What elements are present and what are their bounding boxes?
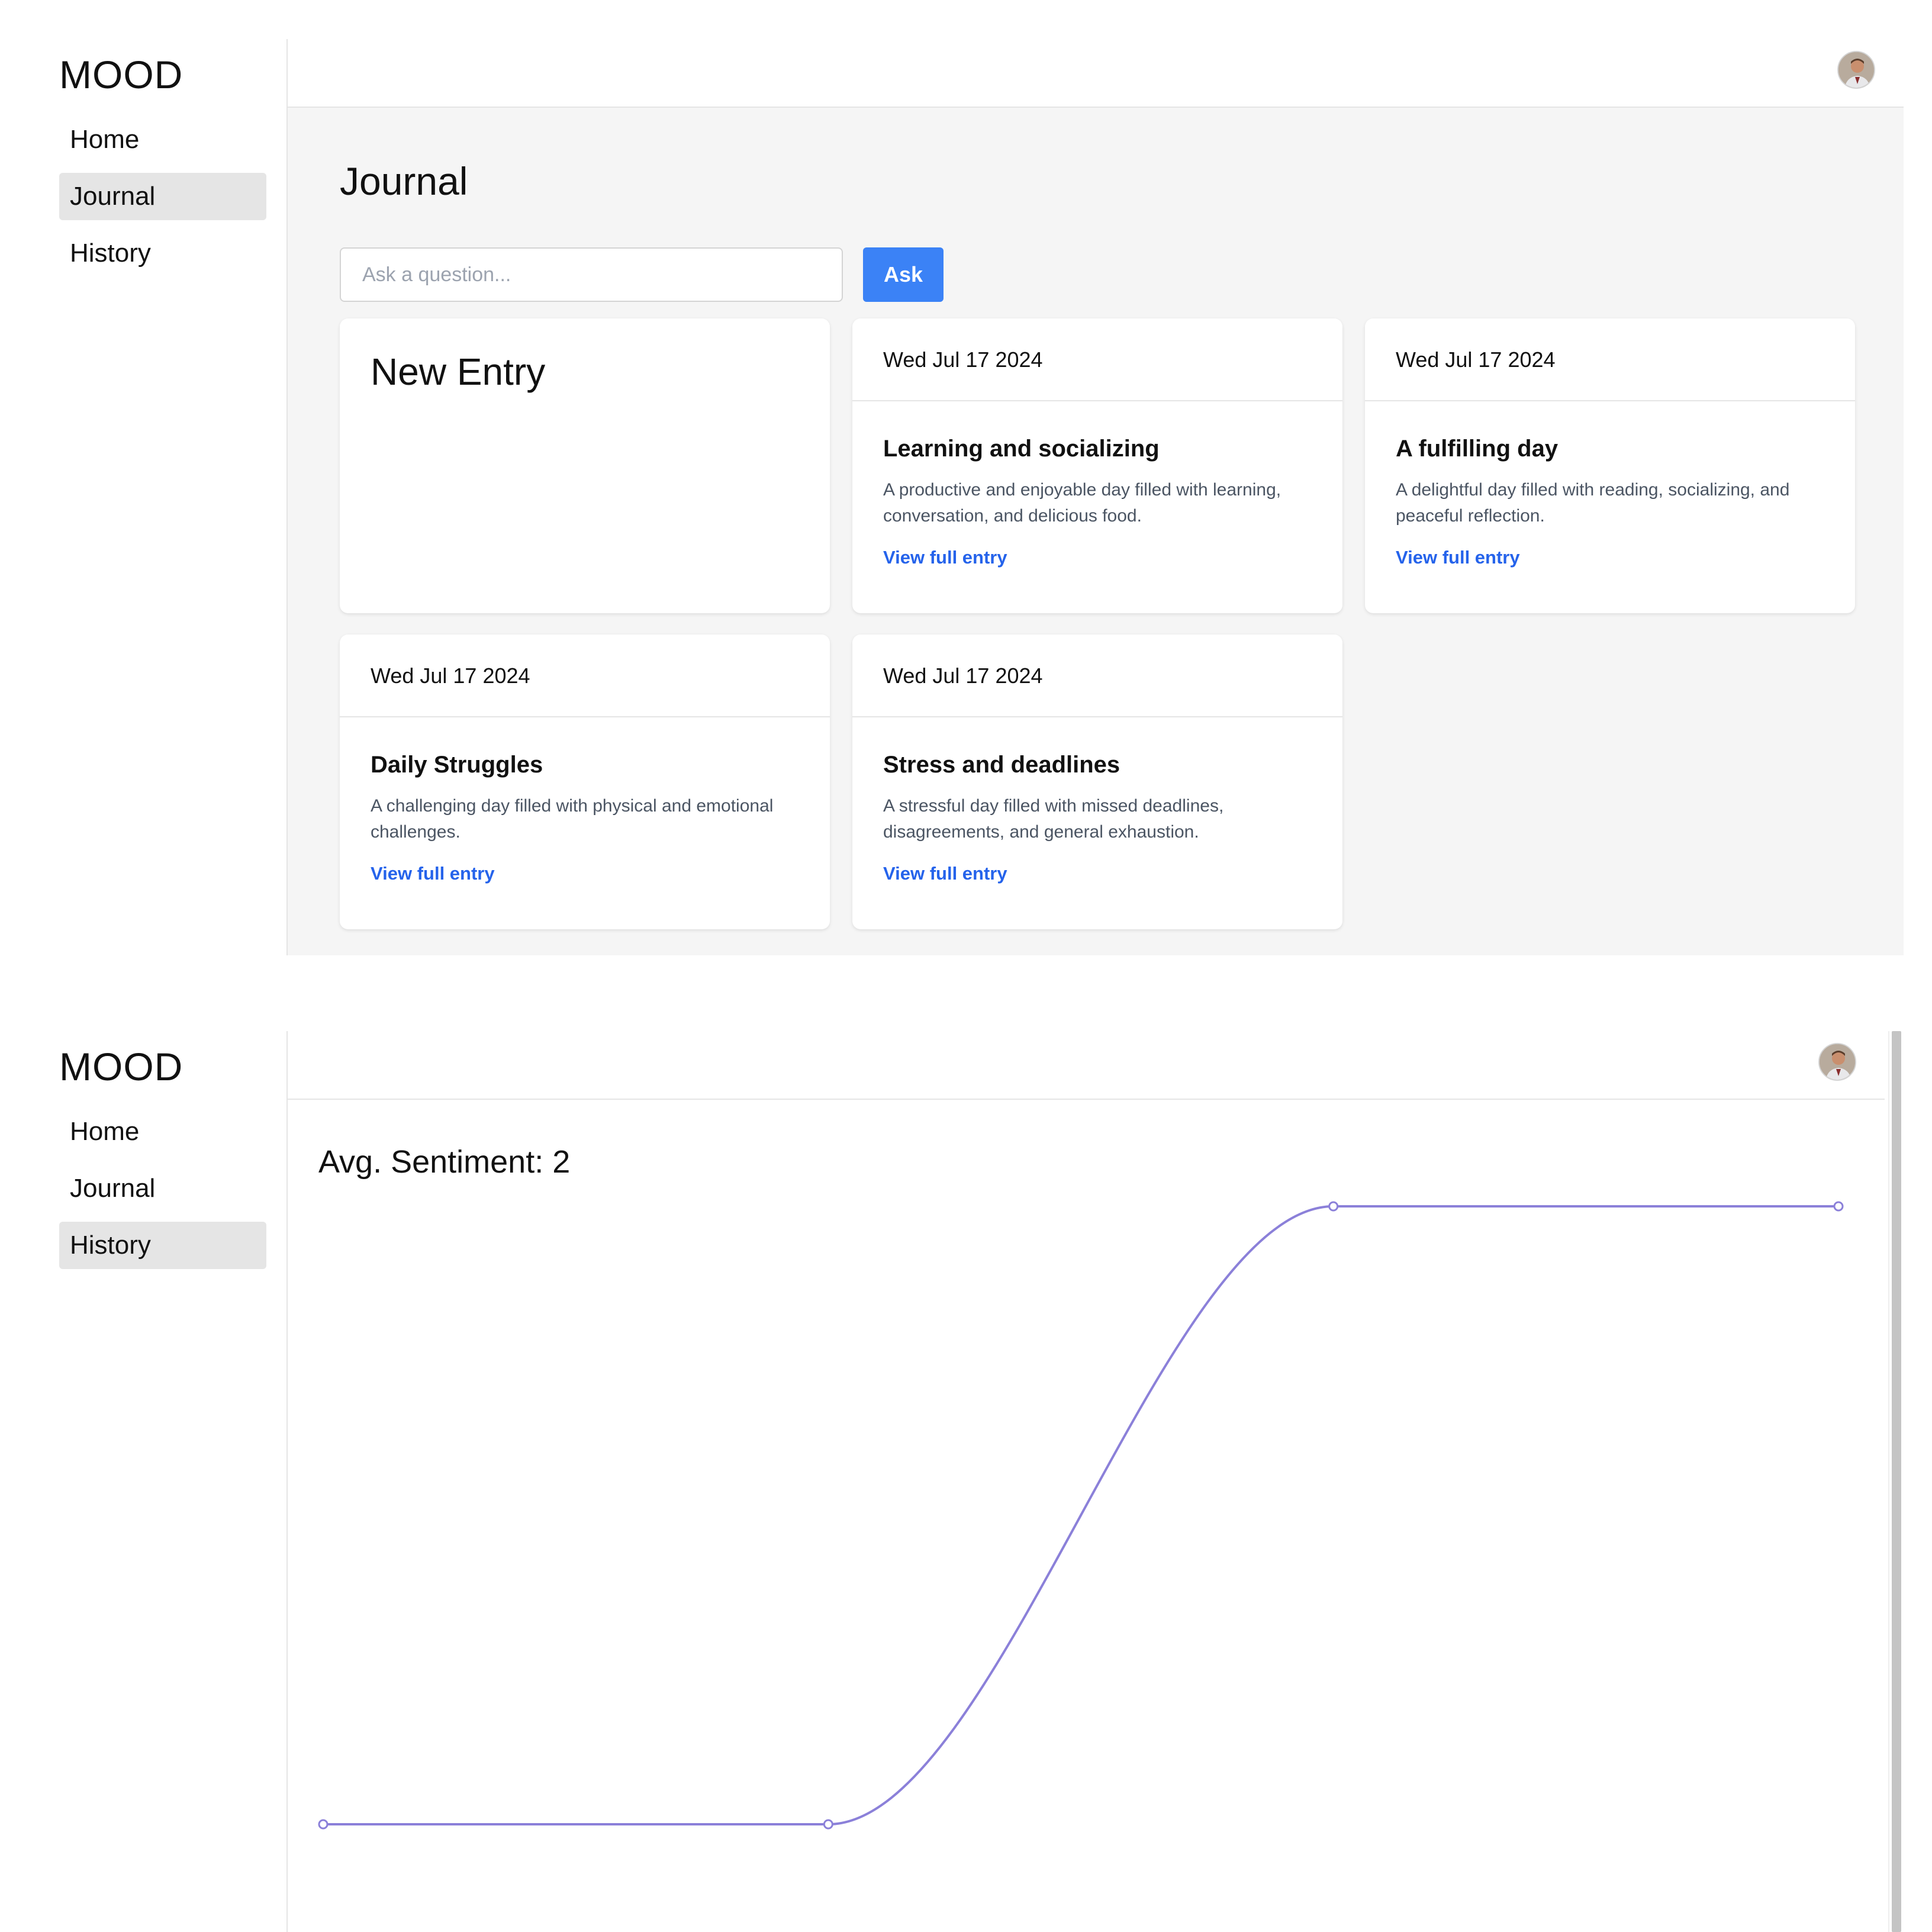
view-full-entry-link[interactable]: View full entry xyxy=(1396,545,1520,571)
sentiment-data-point[interactable] xyxy=(318,1819,329,1830)
user-avatar-icon[interactable] xyxy=(1818,1043,1856,1081)
entry-card: Wed Jul 17 2024 Stress and deadlines A s… xyxy=(852,635,1342,929)
sidebar-nav: Home Journal History xyxy=(59,116,266,286)
sidebar-item-history[interactable]: History xyxy=(59,230,266,277)
entry-title: A fulfilling day xyxy=(1396,436,1559,462)
entry-summary: A productive and enjoyable day filled wi… xyxy=(883,480,1281,526)
sentiment-data-point[interactable] xyxy=(1833,1201,1844,1212)
entry-summary: A challenging day filled with physical a… xyxy=(371,796,774,842)
sentiment-data-point[interactable] xyxy=(1328,1201,1339,1212)
history-main: Avg. Sentiment: 2 xyxy=(288,1100,1885,1932)
entry-summary: A delightful day filled with reading, so… xyxy=(1396,480,1790,526)
sidebar-item-history[interactable]: History xyxy=(59,1222,266,1269)
sentiment-data-point[interactable] xyxy=(823,1819,833,1830)
entry-date: Wed Jul 17 2024 xyxy=(852,635,1342,717)
new-entry-card[interactable]: New Entry xyxy=(340,318,830,613)
entry-date: Wed Jul 17 2024 xyxy=(1365,318,1855,401)
view-full-entry-link[interactable]: View full entry xyxy=(371,861,495,887)
top-bar xyxy=(288,39,1904,108)
top-bar xyxy=(288,1031,1885,1100)
journal-screen: MOOD Home Journal History Journal Ask Ne… xyxy=(0,0,1932,955)
entry-title: Stress and deadlines xyxy=(883,752,1120,778)
user-avatar-icon[interactable] xyxy=(1837,51,1875,89)
journal-main: Journal Ask New Entry Wed Jul 17 2024 Le… xyxy=(288,108,1904,955)
scrollbar-thumb[interactable] xyxy=(1892,1031,1901,1932)
sidebar-item-journal[interactable]: Journal xyxy=(59,1165,266,1212)
app-logo: MOOD xyxy=(59,1045,183,1089)
ask-button[interactable]: Ask xyxy=(863,247,944,302)
sentiment-line-chart xyxy=(318,1201,1844,1830)
entry-date: Wed Jul 17 2024 xyxy=(852,318,1342,401)
entry-date: Wed Jul 17 2024 xyxy=(340,635,830,717)
scrollbar[interactable] xyxy=(1888,1031,1904,1932)
sentiment-series-line xyxy=(323,1205,1838,1825)
sidebar-item-home[interactable]: Home xyxy=(59,116,266,163)
view-full-entry-link[interactable]: View full entry xyxy=(883,861,1007,887)
sidebar: MOOD Home Journal History xyxy=(0,39,288,955)
entry-title: Learning and socializing xyxy=(883,436,1160,462)
new-entry-label: New Entry xyxy=(371,350,546,393)
page-title: Journal xyxy=(340,159,468,203)
entry-card: Wed Jul 17 2024 Daily Struggles A challe… xyxy=(340,635,830,929)
sidebar-nav: Home Journal History xyxy=(59,1108,266,1279)
history-screen: MOOD Home Journal History Avg. Sentiment… xyxy=(0,992,1932,1932)
question-input[interactable] xyxy=(340,247,843,302)
entry-summary: A stressful day filled with missed deadl… xyxy=(883,796,1224,842)
app-logo: MOOD xyxy=(59,53,183,96)
sidebar: MOOD Home Journal History xyxy=(0,1031,288,1932)
entry-title: Daily Struggles xyxy=(371,752,543,778)
view-full-entry-link[interactable]: View full entry xyxy=(883,545,1007,571)
entry-card: Wed Jul 17 2024 Learning and socializing… xyxy=(852,318,1342,613)
sidebar-item-home[interactable]: Home xyxy=(59,1108,266,1155)
sidebar-item-journal[interactable]: Journal xyxy=(59,173,266,220)
entry-card: Wed Jul 17 2024 A fulfilling day A delig… xyxy=(1365,318,1855,613)
